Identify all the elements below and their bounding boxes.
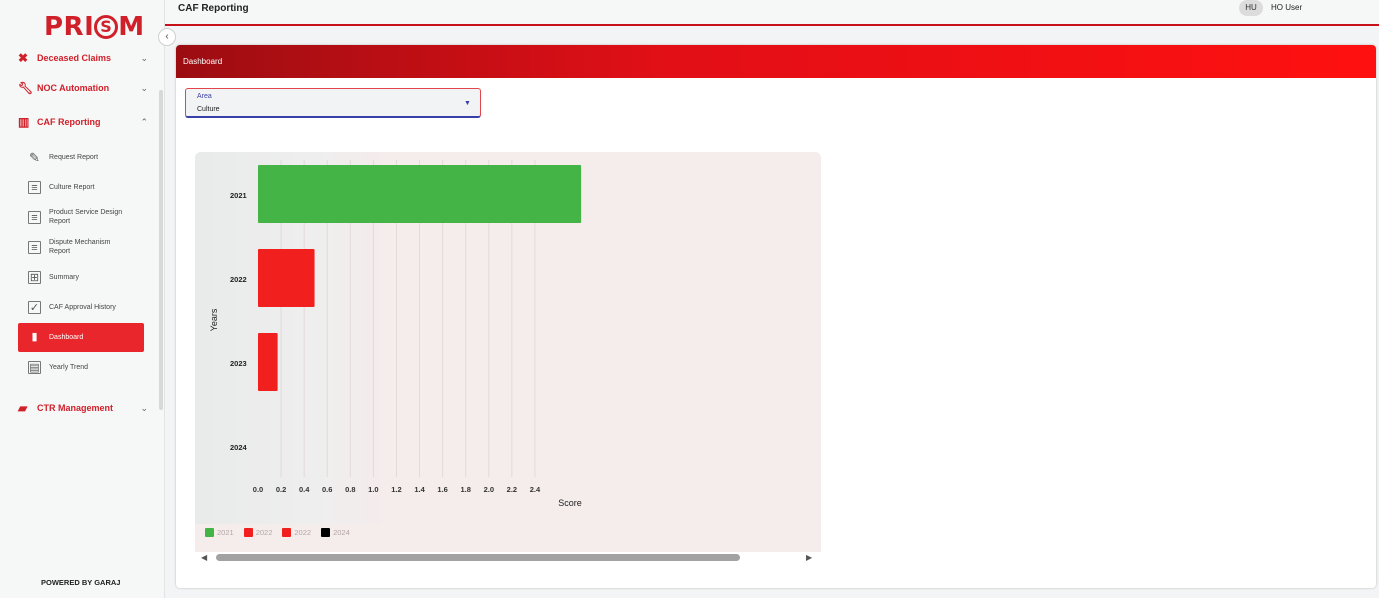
- powered-by-footer: POWERED BY GARAJ: [41, 578, 121, 587]
- chart-panel: 0.0 0.2 0.4 0.6 0.8 1.0 1.2 1.4 1.6 1.8 2.0 2.2 2.4 2…: [195, 152, 821, 552]
- table-icon: ▤: [28, 360, 41, 374]
- nav-group-caf-reporting[interactable]: ▥ CAF Reporting ⌃: [18, 112, 148, 132]
- nav-group-noc-automation[interactable]: 🔧︎ NOC Automation ⌄: [18, 78, 148, 98]
- list-icon: ≡: [28, 180, 41, 194]
- chevron-down-icon: ⌄: [140, 82, 148, 93]
- x-axis-title: Score: [558, 498, 582, 508]
- nav-group-label: CTR Management: [37, 403, 114, 413]
- nav-group-label: NOC Automation: [37, 83, 110, 93]
- person-off-icon: ✖: [18, 50, 29, 65]
- legend-item[interactable]: 2022: [282, 528, 311, 537]
- y-tick-label: 2022: [230, 275, 247, 284]
- bar-chart: 0.0 0.2 0.4 0.6 0.8 1.0 1.2 1.4 1.6 1.8 2.0 2.2 2.4 2…: [209, 160, 582, 508]
- x-tick-label: 0.0: [253, 485, 263, 494]
- list-icon: ≡: [28, 210, 41, 224]
- x-tick-label: 0.6: [322, 485, 332, 494]
- sidebar-item-label: Yearly Trend: [49, 363, 89, 371]
- dashboard-card: Dashboard Area Culture ▼ 0.0 0.2 0.4 0.6 0.8…: [176, 45, 1376, 588]
- briefcase-icon: ▰: [18, 400, 28, 415]
- page-title: CAF Reporting: [178, 3, 249, 14]
- prism-logo: PRI S M: [44, 12, 145, 42]
- sidebar-item-dashboard[interactable]: ▮ Dashboard: [18, 323, 144, 352]
- bar-chart-icon: ▮: [31, 331, 38, 343]
- sidebar-item-label: Dashboard: [49, 334, 84, 341]
- chevron-up-icon: ⌃: [140, 116, 148, 127]
- area-select[interactable]: Area Culture ▼: [185, 88, 481, 118]
- y-tick-label: 2023: [230, 359, 247, 368]
- x-tick-label: 1.2: [391, 485, 401, 494]
- sidebar-item-summary[interactable]: ⊞ Summary: [18, 263, 144, 291]
- x-tick-label: 0.4: [299, 485, 310, 494]
- user-name[interactable]: HO User: [1271, 3, 1302, 12]
- legend-label: 2021: [217, 528, 234, 537]
- card-header: Dashboard: [176, 45, 1376, 78]
- x-tick-label: 1.8: [461, 485, 471, 494]
- sidebar-item-label: CAF Approval History: [49, 303, 116, 311]
- scroll-left-icon[interactable]: ◀: [201, 553, 207, 562]
- approval-icon: ✓: [28, 300, 41, 314]
- sidebar-item-culture-report[interactable]: ≡ Culture Report: [18, 173, 144, 201]
- y-tick-label: 2021: [230, 191, 247, 200]
- dropdown-arrow-icon: ▼: [464, 100, 471, 107]
- sidebar-item-dispute-mechanism-report[interactable]: ≡ Dispute Mechanism Report: [18, 233, 144, 261]
- card-title: Dashboard: [183, 57, 223, 66]
- scroll-right-icon[interactable]: ▶: [806, 553, 812, 562]
- bar-2021: [258, 165, 582, 223]
- x-tick-label: 1.4: [414, 485, 425, 494]
- legend-label: 2022: [294, 528, 312, 537]
- chart-horizontal-scrollbar[interactable]: ◀ ▶: [201, 552, 816, 564]
- bar-chart-icon: ▥: [18, 114, 30, 129]
- legend-swatch: [243, 528, 253, 537]
- grid-icon: ⊞: [28, 270, 41, 284]
- sidebar-item-label: Culture Report: [49, 183, 95, 191]
- pencil-icon: ✎: [29, 149, 40, 165]
- bar-2022: [258, 249, 315, 307]
- nav-group-ctr-management[interactable]: ▰ CTR Management ⌄: [18, 398, 148, 418]
- y-axis-title: Years: [209, 308, 219, 331]
- x-tick-label: 1.0: [368, 485, 378, 494]
- sidebar: PRI S M ✖ Deceased Claims ⌄ 🔧︎ NOC Automat…: [0, 0, 165, 598]
- logo-s-mark: S: [94, 15, 119, 39]
- x-tick-label: 2.2: [507, 485, 517, 494]
- sidebar-item-caf-approval-history[interactable]: ✓ CAF Approval History: [18, 293, 144, 321]
- list-icon: ≡: [28, 240, 41, 254]
- x-tick-label: 0.2: [276, 485, 286, 494]
- x-tick-label: 2.0: [484, 485, 494, 494]
- legend-item[interactable]: 2021: [205, 528, 234, 537]
- x-tick-label: 2.4: [530, 485, 541, 494]
- x-tick-label: 1.6: [437, 485, 447, 494]
- chevron-down-icon: ⌄: [140, 52, 148, 63]
- area-select-value: Culture: [197, 106, 220, 113]
- x-tick-label: 0.8: [345, 485, 355, 494]
- sidebar-item-product-service-design-report[interactable]: ≡ Product Service Design Report: [18, 203, 144, 231]
- sidebar-item-label: Summary: [49, 273, 79, 281]
- nav-group-deceased-claims[interactable]: ✖ Deceased Claims ⌄: [18, 48, 148, 68]
- nav-group-label: CAF Reporting: [37, 117, 101, 127]
- legend-swatch: [205, 528, 214, 537]
- legend-item[interactable]: 2022: [243, 528, 273, 537]
- sidebar-scrollbar[interactable]: [159, 90, 163, 410]
- wrench-icon: 🔧︎: [18, 80, 34, 95]
- sidebar-item-label: Dispute Mechanism Report: [49, 239, 111, 255]
- scrollbar-thumb[interactable]: [216, 554, 740, 561]
- sidebar-item-label: Request Report: [49, 153, 99, 161]
- area-select-label: Area: [197, 93, 212, 100]
- y-tick-label: 2024: [230, 443, 248, 452]
- legend-label: 2022: [255, 528, 273, 537]
- bar-2023: [258, 333, 278, 391]
- sidebar-collapse-button[interactable]: ‹: [158, 28, 176, 46]
- avatar[interactable]: HU: [1239, 0, 1263, 16]
- sidebar-item-yearly-trend[interactable]: ▤ Yearly Trend: [18, 353, 144, 381]
- sidebar-item-request-report[interactable]: ✎ Request Report: [18, 143, 144, 171]
- legend-swatch: [321, 528, 331, 537]
- top-bar: CAF Reporting HU HO User: [165, 0, 1379, 26]
- legend-swatch: [282, 528, 292, 537]
- nav-group-label: Deceased Claims: [37, 53, 112, 63]
- chart-legend: 2021 2022 2022 2024: [205, 528, 350, 537]
- legend-item[interactable]: 2024: [321, 528, 350, 537]
- chevron-down-icon: ⌄: [140, 402, 148, 413]
- legend-label: 2024: [333, 528, 350, 537]
- sidebar-item-label: Product Service Design Report: [49, 209, 123, 225]
